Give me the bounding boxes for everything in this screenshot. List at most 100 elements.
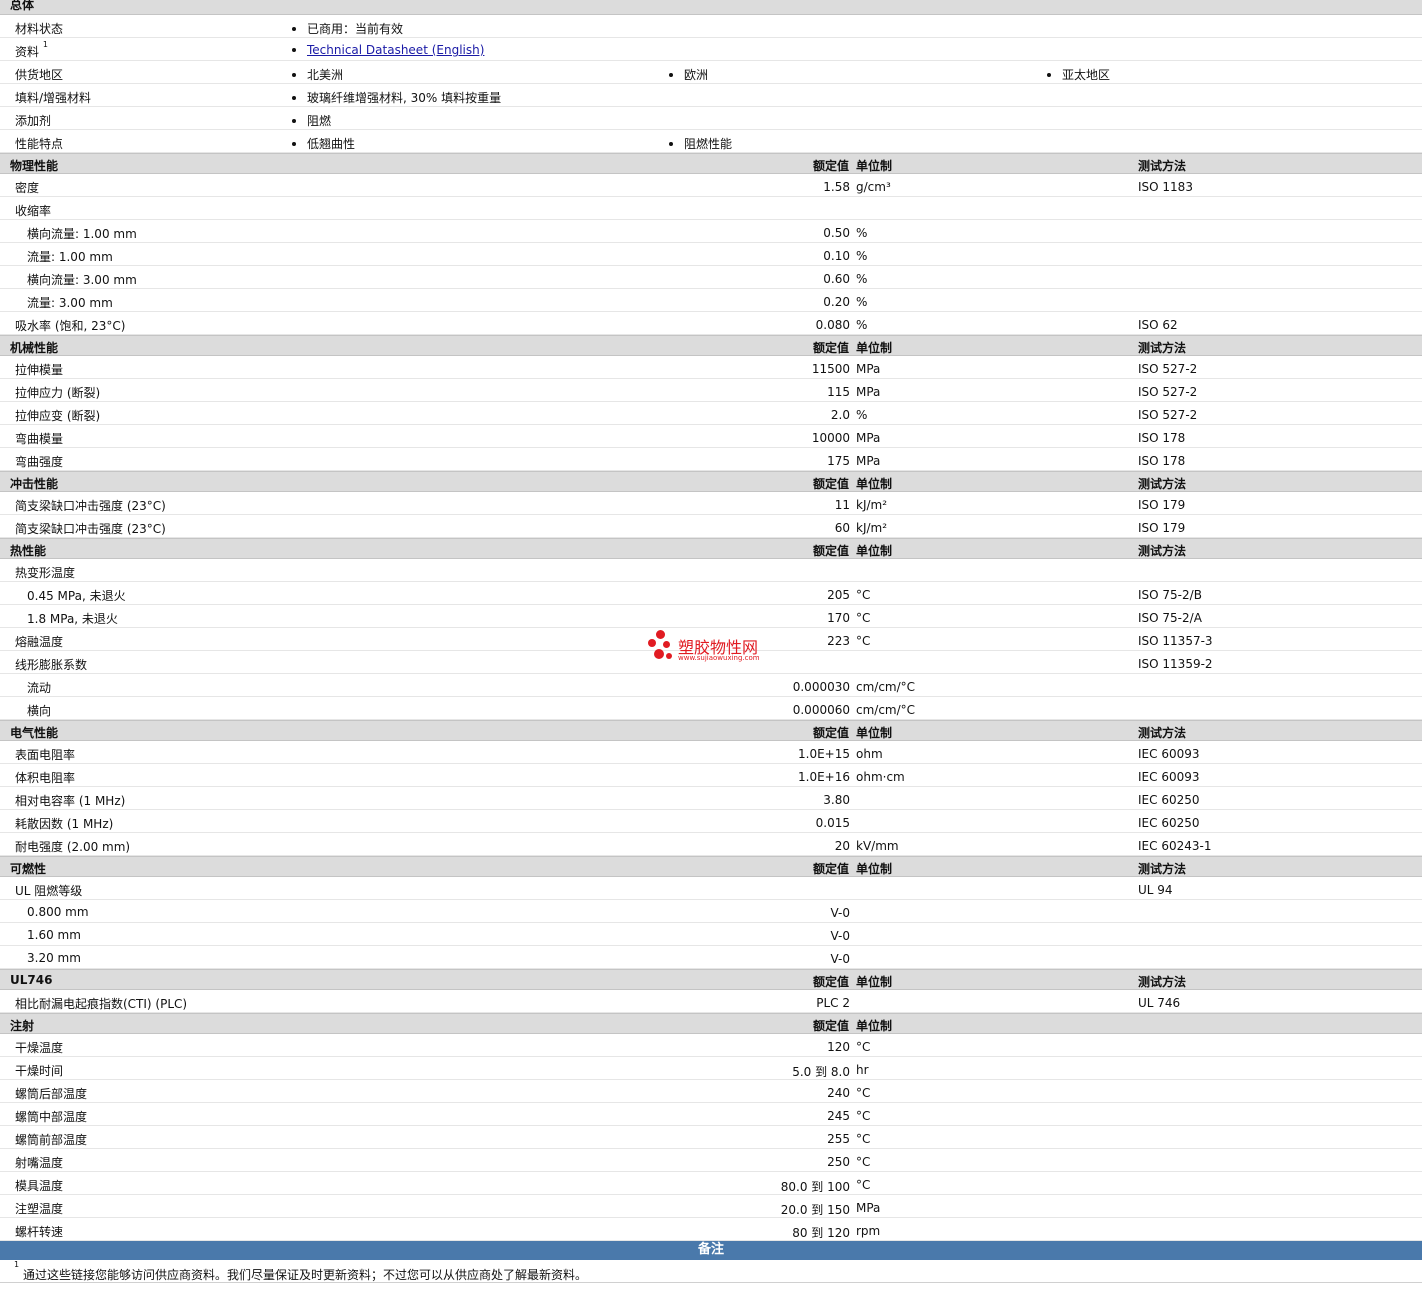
- property-unit: MPa: [856, 362, 881, 376]
- property-unit: °C: [856, 1109, 871, 1123]
- property-test-method: ISO 75-2/B: [1138, 588, 1202, 602]
- property-test-method: ISO 75-2/A: [1138, 611, 1202, 625]
- column-header-test-method: 测试方法: [1138, 862, 1187, 876]
- property-label: 射嘴温度: [15, 1156, 64, 1170]
- property-row: 模具温度 80.0 到 100 °C: [0, 1172, 1422, 1195]
- property-label: 螺筒中部温度: [15, 1110, 88, 1124]
- notes-row: 1 通过这些链接您能够访问供应商资料。我们尽量保证及时更新资料；不过您可以从供应…: [0, 1260, 1422, 1283]
- property-label: 模具温度: [15, 1179, 64, 1193]
- property-unit: °C: [856, 588, 871, 602]
- section-header: 热性能 额定值 单位制 测试方法: [0, 538, 1422, 559]
- bullet-icon: [292, 26, 296, 31]
- property-value: 0.20: [823, 295, 850, 309]
- note-text: 通过这些链接您能够访问供应商资料。我们尽量保证及时更新资料；不过您可以从供应商处…: [23, 1268, 588, 1282]
- general-row-value-text: 阻燃: [307, 114, 332, 128]
- property-row: 表面电阻率 1.0E+15 ohm IEC 60093: [0, 741, 1422, 764]
- general-row-label-text: 资料: [15, 45, 40, 59]
- property-sections: 物理性能 额定值 单位制 测试方法 密度 1.58 g/cm³ ISO 1183 收缩率 横向流量…: [0, 153, 1422, 1241]
- property-label: 1.60 mm: [27, 928, 81, 942]
- property-unit: %: [856, 249, 868, 263]
- property-label: 简支梁缺口冲击强度 (23°C): [15, 522, 166, 536]
- general-row-label-text: 材料状态: [15, 22, 64, 36]
- column-header-nominal: 额定值: [812, 975, 849, 989]
- property-row: 弯曲强度 175 MPa ISO 178: [0, 448, 1422, 471]
- property-value: 0.000060: [792, 703, 850, 717]
- property-test-method: ISO 1183: [1138, 180, 1193, 194]
- column-header-nominal: 额定值: [812, 726, 849, 740]
- property-test-method: UL 746: [1138, 996, 1181, 1010]
- property-row: 相对电容率 (1 MHz) 3.80 IEC 60250: [0, 787, 1422, 810]
- watermark-dot: [666, 653, 672, 659]
- property-label: UL 阻燃等级: [15, 884, 83, 898]
- property-label: 螺筒前部温度: [15, 1133, 88, 1147]
- column-header-unit: 单位制: [856, 862, 893, 876]
- column-header-unit: 单位制: [856, 341, 893, 355]
- bullet-icon: [669, 72, 673, 77]
- section-header: 电气性能 额定值 单位制 测试方法: [0, 720, 1422, 741]
- column-header-unit: 单位制: [856, 975, 893, 989]
- column-header-nominal: 额定值: [812, 477, 849, 491]
- property-value: PLC 2: [816, 996, 850, 1010]
- property-unit: %: [856, 408, 868, 422]
- property-unit: °C: [856, 1178, 871, 1192]
- property-unit: °C: [856, 1040, 871, 1054]
- property-row: 简支梁缺口冲击强度 (23°C) 60 kJ/m² ISO 179: [0, 515, 1422, 538]
- property-test-method: ISO 178: [1138, 454, 1186, 468]
- property-row: 0.45 MPa, 未退火 205 °C ISO 75-2/B: [0, 582, 1422, 605]
- general-row-label-text: 性能特点: [15, 137, 64, 151]
- general-row-value[interactable]: Technical Datasheet (English): [292, 43, 484, 57]
- general-row-value: 已商用：当前有效: [292, 20, 403, 37]
- general-row-label-text: 供货地区: [15, 68, 64, 82]
- general-row-label-text: 填料/增强材料: [15, 91, 92, 105]
- property-test-method: ISO 179: [1138, 498, 1186, 512]
- general-row-label: 供货地区: [15, 66, 63, 83]
- section-header: 注射 额定值 单位制: [0, 1013, 1422, 1034]
- property-unit: MPa: [856, 385, 881, 399]
- property-label: 弯曲强度: [15, 455, 64, 469]
- bullet-icon: [292, 118, 296, 123]
- property-value: 60: [834, 521, 850, 535]
- column-header-nominal: 额定值: [812, 341, 849, 355]
- property-row: 流量: 3.00 mm 0.20%: [0, 289, 1422, 312]
- property-unit: ohm·cm: [856, 770, 905, 784]
- property-unit: °C: [856, 634, 871, 648]
- general-row-value-text: 北美洲: [307, 68, 344, 82]
- property-value: 20.0 到 150: [780, 1203, 850, 1217]
- property-row: 螺杆转速 80 到 120 rpm: [0, 1218, 1422, 1241]
- general-row-value: 低翘曲性: [292, 135, 355, 152]
- property-test-method: ISO 527-2: [1138, 362, 1198, 376]
- general-row-value-text: 欧洲: [684, 68, 709, 82]
- general-row-value-text: 低翘曲性: [307, 137, 356, 151]
- property-row: 射嘴温度 250 °C: [0, 1149, 1422, 1172]
- property-row: 耐电强度 (2.00 mm) 20 kV/mm IEC 60243-1: [0, 833, 1422, 856]
- property-value: 80.0 到 100: [780, 1180, 850, 1194]
- watermark-dot: [663, 641, 670, 648]
- property-value: 0.000030: [792, 680, 850, 694]
- column-header-test-method: 测试方法: [1138, 159, 1187, 173]
- property-row: 干燥时间 5.0 到 8.0 hr: [0, 1057, 1422, 1080]
- property-value: 170: [827, 611, 850, 625]
- property-label: 收缩率: [15, 204, 52, 218]
- column-header-test-method: 测试方法: [1138, 341, 1187, 355]
- general-row: 供货地区 北美洲 欧洲 亚太地区: [0, 61, 1422, 84]
- property-unit: %: [856, 295, 868, 309]
- datasheet-link[interactable]: Technical Datasheet (English): [307, 43, 484, 57]
- property-row: 拉伸应变 (断裂) 2.0% ISO 527-2: [0, 402, 1422, 425]
- note-superscript: 1: [14, 1260, 20, 1269]
- property-unit: kJ/m²: [856, 498, 888, 512]
- property-value: 0.50: [823, 226, 850, 240]
- property-label: 螺筒后部温度: [15, 1087, 88, 1101]
- property-row: 横向 0.000060 cm/cm/°C: [0, 697, 1422, 720]
- column-header-nominal: 额定值: [812, 1019, 849, 1033]
- section-title: UL746: [10, 973, 53, 987]
- property-unit: MPa: [856, 431, 881, 445]
- column-header-unit: 单位制: [856, 544, 893, 558]
- property-test-method: IEC 60093: [1138, 770, 1200, 784]
- property-test-method: IEC 60243-1: [1138, 839, 1212, 853]
- general-row-value: 玻璃纤维增强材料, 30% 填料按重量: [292, 89, 501, 106]
- property-label: 弯曲模量: [15, 432, 64, 446]
- column-header-unit: 单位制: [856, 726, 893, 740]
- property-unit: °C: [856, 611, 871, 625]
- property-row: 相比耐漏电起痕指数(CTI) (PLC) PLC 2 UL 746: [0, 990, 1422, 1013]
- column-header-nominal: 额定值: [812, 159, 849, 173]
